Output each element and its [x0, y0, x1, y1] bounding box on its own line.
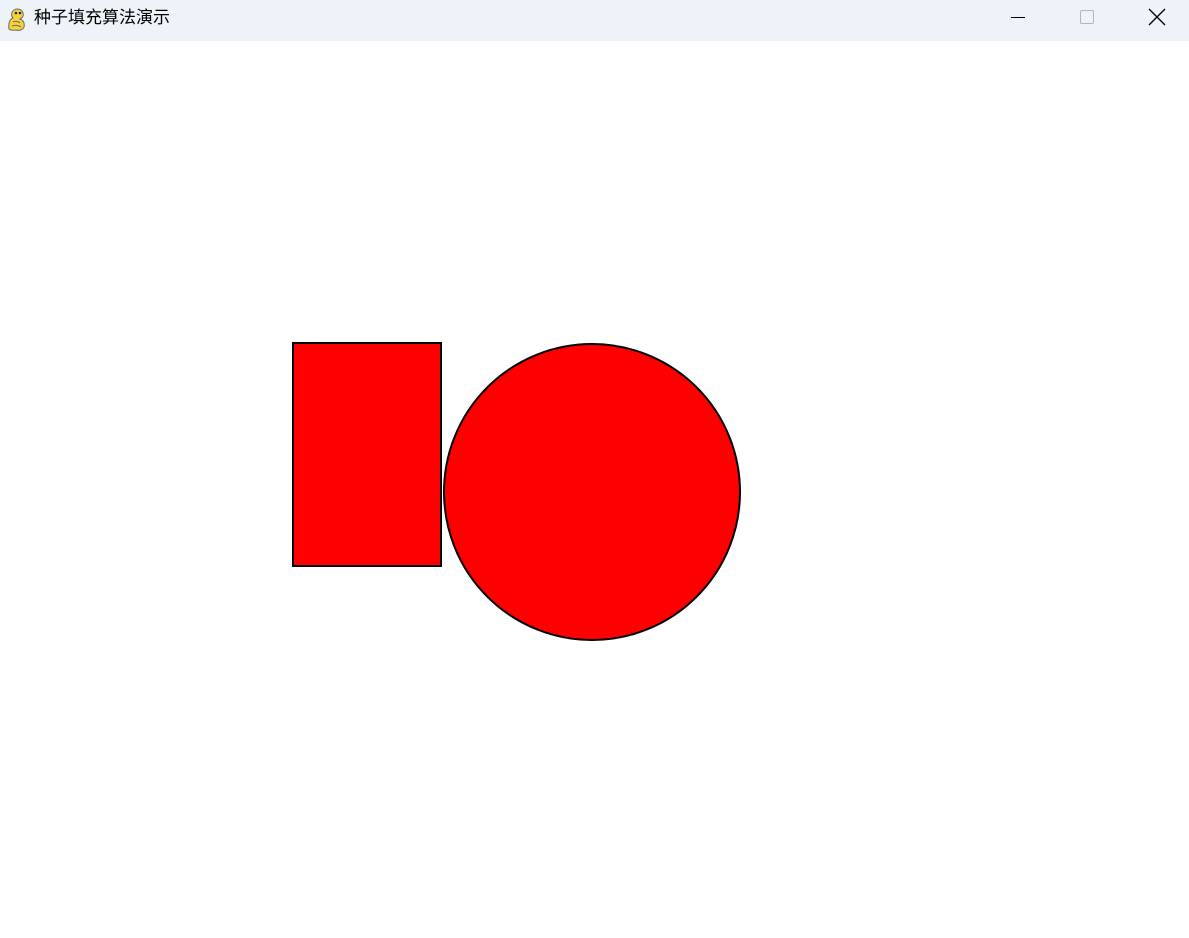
minimize-button[interactable]: [983, 0, 1053, 37]
title-bar[interactable]: 种子填充算法演示: [0, 0, 1189, 41]
maximize-button[interactable]: [1052, 0, 1122, 37]
filled-circle: [443, 343, 741, 641]
filled-rectangle: [292, 342, 442, 567]
pygame-snake-icon: [5, 8, 27, 32]
maximize-icon: [1079, 9, 1095, 29]
window-title: 种子填充算法演示: [34, 8, 170, 28]
minimize-icon: [1010, 9, 1026, 29]
app-window: 种子填充算法演示: [0, 0, 1189, 938]
close-icon: [1148, 8, 1166, 30]
close-button[interactable]: [1122, 0, 1189, 37]
drawing-canvas[interactable]: [0, 41, 1189, 938]
